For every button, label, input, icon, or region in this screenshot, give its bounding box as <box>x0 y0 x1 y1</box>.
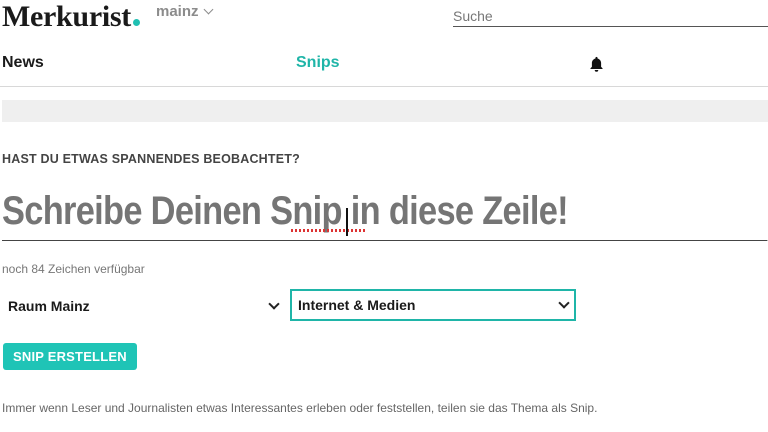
region-select-value: Raum Mainz <box>8 298 90 314</box>
topic-select[interactable]: Internet & Medien <box>290 289 576 321</box>
topic-select-value: Internet & Medien <box>298 297 416 313</box>
snip-headline-input[interactable] <box>2 182 768 241</box>
logo-dot-icon <box>132 19 140 26</box>
logo-text: Merkurist <box>2 0 131 33</box>
bell-icon[interactable] <box>588 55 605 73</box>
page: Merkurist mainz News Snips HAST DU ETWAS… <box>0 0 768 432</box>
ad-placeholder-bar <box>2 100 768 122</box>
region-select[interactable]: Raum Mainz <box>2 290 284 322</box>
merkurist-logo[interactable]: Merkurist <box>2 0 140 34</box>
character-counter: noch 84 Zeichen verfügbar <box>2 262 145 276</box>
chevron-down-icon <box>203 4 213 15</box>
spellcheck-underline <box>291 229 365 232</box>
info-text: Immer wenn Leser und Journalisten etwas … <box>2 401 598 415</box>
form-kicker: HAST DU ETWAS SPANNENDES BEOBACHTET? <box>2 152 300 166</box>
city-label: mainz <box>156 3 199 20</box>
text-caret <box>346 208 348 236</box>
create-snip-button[interactable]: SNIP ERSTELLEN <box>3 343 137 370</box>
nav-news[interactable]: News <box>2 54 44 72</box>
chevron-down-icon <box>558 297 570 309</box>
search-input[interactable] <box>453 6 768 27</box>
chevron-down-icon <box>268 298 280 310</box>
nav-snips[interactable]: Snips <box>296 54 340 72</box>
city-selector[interactable]: mainz <box>156 3 213 20</box>
header-divider <box>0 86 768 87</box>
